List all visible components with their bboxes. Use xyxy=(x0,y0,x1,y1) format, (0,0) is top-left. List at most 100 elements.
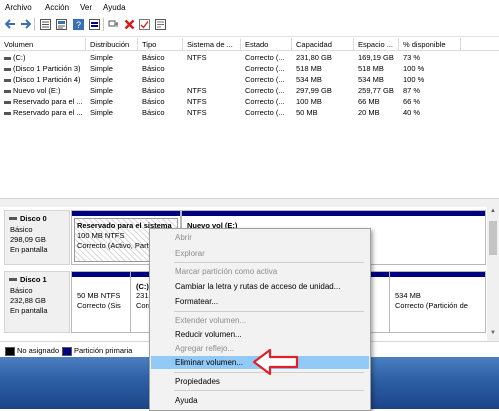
column-volumen[interactable]: Volumen xyxy=(4,40,33,49)
toolbar: ? xyxy=(0,14,499,37)
column-divider[interactable] xyxy=(85,38,86,50)
menu-item-mark-active[interactable]: Marcar partición como activa xyxy=(151,265,369,278)
table-cell: Básico xyxy=(142,53,165,62)
table-cell: Correcto (... xyxy=(245,64,285,73)
table-cell: 534 MB xyxy=(358,75,384,84)
table-cell: (Disco 1 Partición 3) xyxy=(4,64,84,73)
menu-item-change-letter[interactable]: Cambiar la letra y rutas de acceso de un… xyxy=(151,280,369,293)
red-arrow-icon xyxy=(252,348,299,376)
table-cell: 534 MB xyxy=(296,75,322,84)
table-cell: Correcto (... xyxy=(245,75,285,84)
column-divider[interactable] xyxy=(240,38,241,50)
column-divider[interactable] xyxy=(353,38,354,50)
vertical-scrollbar[interactable]: ▲ ▼ xyxy=(487,207,499,341)
volume-icon xyxy=(4,78,11,82)
column-divider[interactable] xyxy=(137,38,138,50)
column-divider[interactable] xyxy=(460,38,461,50)
legend-unallocated: No asignado xyxy=(17,346,60,355)
disk-icon xyxy=(9,217,17,220)
column-sistema[interactable]: Sistema de ... xyxy=(187,40,233,49)
primary-partition-bar xyxy=(390,272,485,277)
column-estado[interactable]: Estado xyxy=(245,40,268,49)
primary-partition-bar xyxy=(72,211,180,216)
properties-icon[interactable] xyxy=(55,18,67,30)
menu-item-explore[interactable]: Explorar xyxy=(151,247,369,260)
table-cell: 100 % xyxy=(403,75,425,84)
disk0-size: 298,09 GB xyxy=(10,235,46,244)
menu-item-open[interactable]: Abrir xyxy=(151,231,369,244)
scroll-thumb[interactable] xyxy=(489,221,497,255)
table-cell: Simple xyxy=(90,86,113,95)
table-cell: 231,80 GB xyxy=(296,53,332,62)
table-row[interactable]: Reservado para el ... Simple Básico NTFS Cor… xyxy=(0,107,499,118)
primary-partition-bar xyxy=(72,272,130,277)
table-cell: 518 MB xyxy=(358,64,384,73)
table-cell: NTFS xyxy=(187,97,207,106)
scroll-up-icon[interactable]: ▲ xyxy=(487,208,499,218)
column-divider[interactable] xyxy=(291,38,292,50)
table-cell: Correcto (... xyxy=(245,97,285,106)
menu-item-format[interactable]: Formatear... xyxy=(151,295,369,308)
toolbar-separator xyxy=(103,18,104,31)
table-cell: 100 MB xyxy=(296,97,322,106)
menu-separator xyxy=(174,390,364,391)
table-cell: 169,19 GB xyxy=(358,53,394,62)
column-disponible[interactable]: % disponible xyxy=(403,40,446,49)
disk0-type: Básico xyxy=(10,225,33,234)
menu-ayuda[interactable]: Ayuda xyxy=(103,3,126,12)
column-distribucion[interactable]: Distribución xyxy=(90,40,129,49)
check-icon[interactable] xyxy=(138,18,150,30)
column-divider[interactable] xyxy=(398,38,399,50)
svg-text:?: ? xyxy=(75,20,80,30)
table-cell: NTFS xyxy=(187,86,207,95)
disk1-partition-4[interactable]: 534 MB Correcto (Partición de xyxy=(389,271,486,333)
settings-icon[interactable] xyxy=(154,18,166,30)
disk0-name: Disco 0 xyxy=(20,214,47,223)
table-cell: Simple xyxy=(90,108,113,117)
column-tipo[interactable]: Tipo xyxy=(142,40,156,49)
volume-list-header: Volumen Distribución Tipo Sistema de ...… xyxy=(0,38,499,51)
help-icon[interactable]: ? xyxy=(72,18,84,30)
menu-ver[interactable]: Ver xyxy=(80,3,92,12)
menu-item-shrink[interactable]: Reducir volumen... xyxy=(151,328,369,341)
back-arrow-icon[interactable] xyxy=(4,18,16,30)
disk1-label[interactable]: Disco 1 Básico 232,88 GB En pantalla xyxy=(4,271,70,333)
menu-accion[interactable]: Acción xyxy=(45,3,69,12)
table-cell: Básico xyxy=(142,75,165,84)
table-cell: Simple xyxy=(90,53,113,62)
table-row[interactable]: Reservado para el ... Simple Básico NTFS Cor… xyxy=(0,96,499,107)
list-view-icon[interactable] xyxy=(39,18,51,30)
delete-icon[interactable] xyxy=(123,18,135,30)
scroll-down-icon[interactable]: ▼ xyxy=(487,330,499,340)
menu-archivo[interactable]: Archivo xyxy=(5,3,32,12)
partition-status: Correcto (Activo, Part xyxy=(77,241,149,250)
partition-info: 100 MB NTFS xyxy=(77,231,125,240)
menu-item-extend[interactable]: Extender volumen... xyxy=(151,314,369,327)
column-capacidad[interactable]: Capacidad xyxy=(296,40,332,49)
column-espacio[interactable]: Espacio ... xyxy=(358,40,393,49)
table-cell: Correcto (... xyxy=(245,53,285,62)
table-row[interactable]: (Disco 1 Partición 4) Simple Básico Correct… xyxy=(0,74,499,85)
table-row[interactable]: (Disco 1 Partición 3) Simple Básico Correct… xyxy=(0,63,499,74)
table-row[interactable]: (C:) Simple Básico NTFS Correcto (... 231,80 … xyxy=(0,52,499,63)
disk1-type: Básico xyxy=(10,286,33,295)
table-cell: 297,99 GB xyxy=(296,86,332,95)
table-cell: 40 % xyxy=(403,108,421,117)
table-row[interactable]: Nuevo vol (E:) Simple Básico NTFS Correcto (… xyxy=(0,85,499,96)
context-menu: Abrir Explorar Marcar partición como act… xyxy=(149,228,371,411)
forward-arrow-icon[interactable] xyxy=(19,18,31,30)
disk1-partition-reserved[interactable]: 50 MB NTFS Correcto (Sis xyxy=(71,271,131,333)
disk-view-icon[interactable] xyxy=(88,18,100,30)
column-divider[interactable] xyxy=(182,38,183,50)
connect-icon[interactable] xyxy=(107,18,119,30)
primary-partition-bar xyxy=(182,211,485,216)
table-cell: Reservado para el ... xyxy=(4,97,84,106)
menu-separator xyxy=(174,262,364,263)
menu-item-help[interactable]: Ayuda xyxy=(151,394,369,407)
menu-bar: Archivo Acción Ver Ayuda xyxy=(0,0,499,14)
table-cell: Básico xyxy=(142,97,165,106)
disk0-label[interactable]: Disco 0 Básico 298,09 GB En pantalla xyxy=(4,210,70,265)
volume-icon xyxy=(4,67,11,71)
legend-primary: Partición primaria xyxy=(74,346,133,355)
table-cell: 100 % xyxy=(403,64,425,73)
